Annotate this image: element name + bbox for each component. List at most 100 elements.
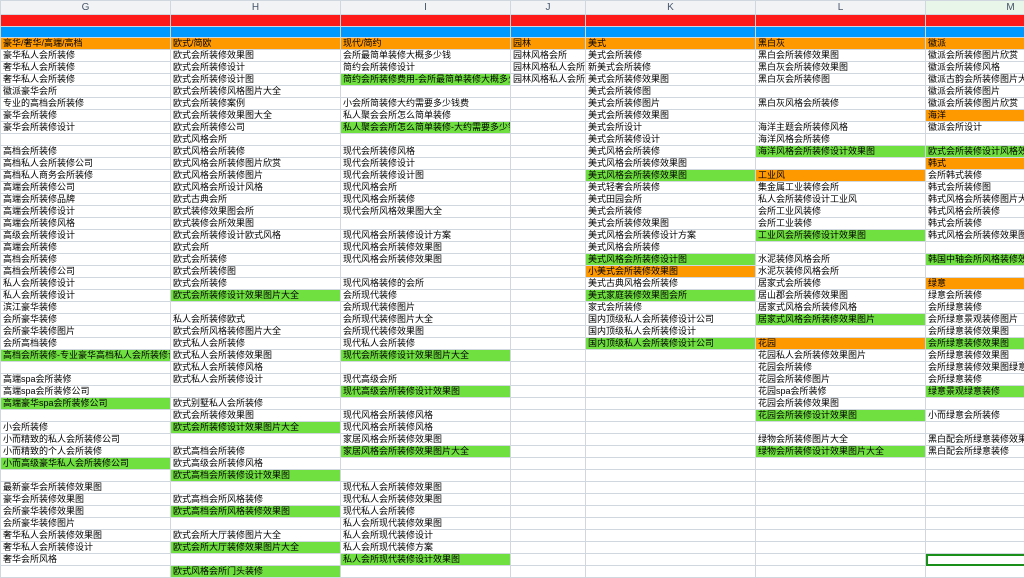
cell[interactable] xyxy=(171,386,341,398)
cell[interactable]: 高端会所装修设计 xyxy=(1,206,171,218)
cell[interactable]: 美式风格会所装修设计图 xyxy=(586,254,756,266)
cell[interactable]: 现代私人会所装修效果图 xyxy=(341,482,511,494)
cell[interactable] xyxy=(586,542,756,554)
cell[interactable] xyxy=(511,146,586,158)
cell[interactable]: 园林 xyxy=(511,38,586,50)
cell[interactable]: 简约会所装修设计 xyxy=(341,62,511,74)
cell[interactable]: 花园会所装修 xyxy=(756,362,926,374)
cell[interactable]: 欧式会所装修公司 xyxy=(171,122,341,134)
cell[interactable]: 徽派会所设计 xyxy=(926,122,1024,134)
cell[interactable] xyxy=(586,566,756,578)
cell[interactable]: 绿意会所装修 xyxy=(926,290,1024,302)
cell[interactable] xyxy=(511,242,586,254)
cell[interactable]: 欧式会所装修风格图片大全 xyxy=(171,86,341,98)
cell[interactable]: 会所现代装修图片 xyxy=(341,302,511,314)
cell[interactable] xyxy=(171,434,341,446)
cell[interactable] xyxy=(341,566,511,578)
cell[interactable]: 韩式风格会所装修图片大全 xyxy=(926,194,1024,206)
cell[interactable]: 现代会所装修设计 xyxy=(341,158,511,170)
cell[interactable]: 欧式会所装修设计效果图片大全 xyxy=(171,422,341,434)
cell[interactable] xyxy=(756,422,926,434)
cell[interactable]: 专业的高档会所装修 xyxy=(1,98,171,110)
cell[interactable] xyxy=(586,518,756,530)
cell[interactable] xyxy=(1,26,171,38)
cell[interactable]: 小会所装修 xyxy=(1,422,171,434)
cell[interactable] xyxy=(926,506,1024,518)
cell[interactable] xyxy=(511,26,586,38)
cell[interactable]: 工业风 xyxy=(756,170,926,182)
cell[interactable]: 海洋风格会所装修 xyxy=(756,134,926,146)
cell[interactable] xyxy=(511,278,586,290)
cell[interactable] xyxy=(341,266,511,278)
cell[interactable] xyxy=(756,86,926,98)
cell[interactable]: 高档私人商务会所装修 xyxy=(1,170,171,182)
cell[interactable] xyxy=(511,374,586,386)
cell[interactable]: 豪华会所装修 xyxy=(1,110,171,122)
cell[interactable]: 居家式风格会所装修效果图片 xyxy=(756,314,926,326)
cell[interactable]: 美式会所装修效果图 xyxy=(586,110,756,122)
cell[interactable]: 私人会所装修设计 xyxy=(1,278,171,290)
cell[interactable] xyxy=(341,362,511,374)
cell[interactable] xyxy=(926,398,1024,410)
cell[interactable]: 美式家庭装修效果图会所 xyxy=(586,290,756,302)
cell[interactable]: 高档会所装修 xyxy=(1,254,171,266)
cell[interactable]: 黑白灰风格会所装修 xyxy=(756,98,926,110)
cell[interactable]: 美式 xyxy=(586,38,756,50)
cell[interactable] xyxy=(511,194,586,206)
cell[interactable] xyxy=(1,470,171,482)
cell[interactable]: 私人会所装修设计 xyxy=(1,290,171,302)
cell[interactable] xyxy=(586,458,756,470)
cell[interactable] xyxy=(511,110,586,122)
cell[interactable]: 欧式风格会所装修图片 xyxy=(171,170,341,182)
cell[interactable]: 滨江豪华装修 xyxy=(1,302,171,314)
cell[interactable]: 黑白会所装修效果图 xyxy=(756,50,926,62)
spreadsheet-grid[interactable]: GHIJKLM 豪华/奢华/高端/高档欧式/简欧现代/简约园林美式黑白灰徽派古豪… xyxy=(0,0,1024,578)
cell[interactable]: 高档会所装修-专业豪华高档私人会所装修设计公司 xyxy=(1,350,171,362)
cell[interactable]: 现代会所装修设计图 xyxy=(341,170,511,182)
cell[interactable] xyxy=(586,482,756,494)
cell[interactable] xyxy=(341,470,511,482)
cell[interactable]: 最新豪华会所装修效果图 xyxy=(1,482,171,494)
cell[interactable]: 私人会所现代装修方案 xyxy=(341,542,511,554)
cell[interactable]: 现代高级会所 xyxy=(341,374,511,386)
cell[interactable]: 家居风格会所装修效果图片大全 xyxy=(341,446,511,458)
cell[interactable]: 欧式风格会所门头装修 xyxy=(171,566,341,578)
cell[interactable] xyxy=(756,506,926,518)
cell[interactable]: 工业风会所装修设计效果图 xyxy=(756,230,926,242)
cell[interactable]: 家式会所装修 xyxy=(586,302,756,314)
cell[interactable]: 欧式会所风格装修图片大全 xyxy=(171,326,341,338)
cell[interactable]: 欧式会所装修设计效果图片大全 xyxy=(171,290,341,302)
cell[interactable] xyxy=(756,542,926,554)
cell[interactable]: 现代风格会所 xyxy=(341,182,511,194)
cell[interactable]: 欧式私人会所装修设计 xyxy=(171,374,341,386)
cell[interactable] xyxy=(926,530,1024,542)
col-header-K[interactable]: K xyxy=(586,1,756,15)
cell[interactable] xyxy=(586,422,756,434)
cell[interactable] xyxy=(511,362,586,374)
cell[interactable] xyxy=(511,290,586,302)
cell[interactable]: 高端spa会所装修公司 xyxy=(1,386,171,398)
cell[interactable]: 黑白灰 xyxy=(756,38,926,50)
cell[interactable]: 高档会所装修公司 xyxy=(1,266,171,278)
cell[interactable]: 韩式风格会所装修效果图 xyxy=(926,230,1024,242)
cell[interactable]: 欧式会所装修设计欧式风格 xyxy=(171,230,341,242)
cell[interactable] xyxy=(586,494,756,506)
cell[interactable]: 花园spa会所装修 xyxy=(756,386,926,398)
cell[interactable]: 现代会所装修设计效果图片大全 xyxy=(341,350,511,362)
cell[interactable] xyxy=(586,26,756,38)
cell[interactable] xyxy=(586,362,756,374)
cell[interactable] xyxy=(171,15,341,27)
cell[interactable]: 小而高级豪华私人会所装修公司 xyxy=(1,458,171,470)
cell[interactable] xyxy=(511,15,586,27)
cell[interactable] xyxy=(586,386,756,398)
cell[interactable] xyxy=(586,15,756,27)
cell[interactable]: 水泥灰装修风格会所 xyxy=(756,266,926,278)
cell[interactable]: 会所工业装修 xyxy=(756,218,926,230)
cell[interactable] xyxy=(171,554,341,566)
cell[interactable]: 美式会所装修 xyxy=(586,50,756,62)
cell[interactable]: 会所绿意装修效果图 xyxy=(926,350,1024,362)
cell[interactable]: 美式风格会所装修 xyxy=(586,242,756,254)
cell[interactable] xyxy=(926,518,1024,530)
cell[interactable] xyxy=(1,362,171,374)
cell[interactable]: 小美式会所装修效果图 xyxy=(586,266,756,278)
